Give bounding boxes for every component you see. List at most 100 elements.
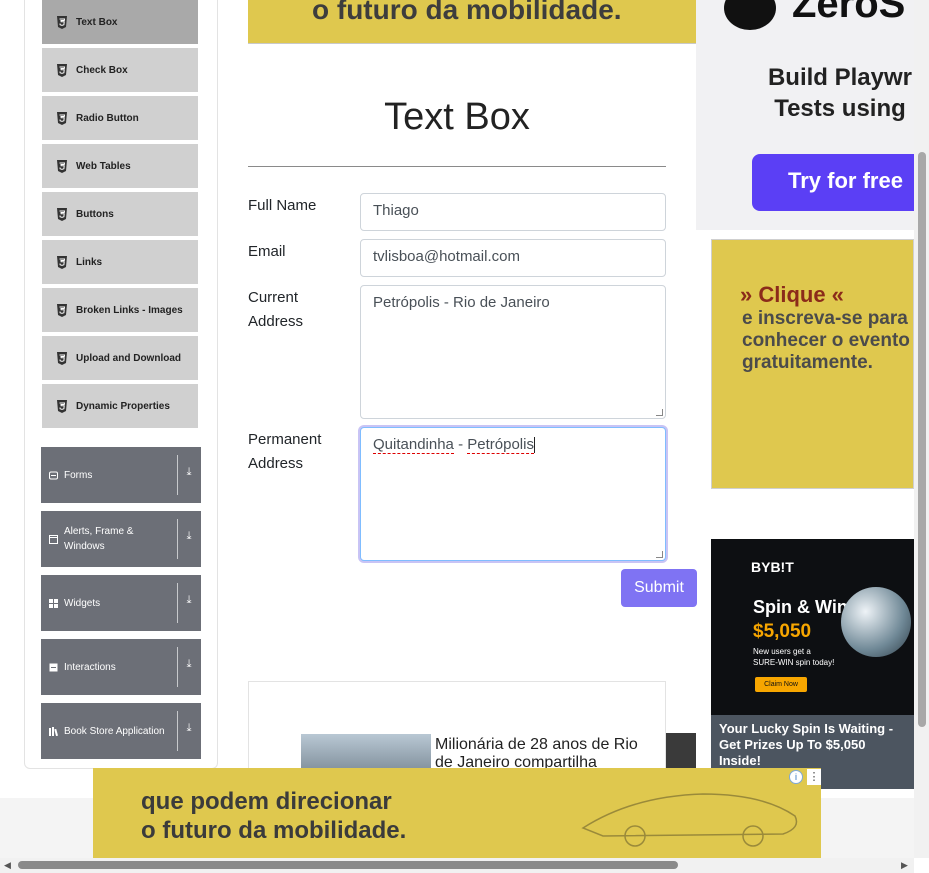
prize-ball-image bbox=[841, 587, 911, 657]
bottom-banner-line1: que podem direcionar bbox=[141, 788, 392, 815]
sidebar-group-book-store-application[interactable]: Book Store Application ⤓ bbox=[41, 703, 201, 759]
sidebar-item-label: Web Tables bbox=[76, 160, 131, 172]
download-arrow-icon[interactable]: ⤓ bbox=[182, 658, 196, 676]
html5-icon bbox=[57, 111, 67, 125]
event-ad-body-line3: gratuitamente. bbox=[742, 352, 873, 373]
current-address-value: Petrópolis - Rio de Janeiro bbox=[373, 294, 550, 311]
zerostep-headline-line1: Build Playwr bbox=[767, 64, 913, 91]
adchoices-icon[interactable]: i bbox=[789, 770, 803, 784]
sidebar-group-label: Widgets bbox=[64, 597, 101, 609]
vertical-scrollbar-thumb[interactable] bbox=[918, 152, 926, 727]
zerostep-logo-icon bbox=[724, 0, 776, 30]
bybit-amount: $5,050 bbox=[753, 621, 812, 642]
sidebar-item-check-box[interactable]: Check Box bbox=[41, 47, 199, 93]
sidebar-item-label: Buttons bbox=[76, 208, 114, 220]
html5-icon bbox=[57, 159, 67, 173]
window-icon bbox=[49, 534, 58, 544]
horizontal-scrollbar-thumb[interactable] bbox=[18, 861, 678, 869]
email-input[interactable]: tvlisboa@hotmail.com bbox=[360, 239, 666, 277]
html5-icon bbox=[57, 15, 67, 29]
sidebar-group-interactions[interactable]: Interactions ⤓ bbox=[41, 639, 201, 695]
divider bbox=[177, 519, 178, 559]
sidebar-group-widgets[interactable]: Widgets ⤓ bbox=[41, 575, 201, 631]
divider bbox=[177, 647, 178, 687]
sidebar-item-label: Check Box bbox=[76, 64, 128, 76]
download-arrow-icon[interactable]: ⤓ bbox=[182, 722, 196, 740]
bottom-banner-text: que podem direcionar o futuro da mobilid… bbox=[141, 787, 406, 845]
sidebar-group-label: Interactions bbox=[64, 661, 116, 673]
sidebar-item-text-box[interactable]: Text Box bbox=[41, 0, 199, 45]
divider bbox=[177, 583, 178, 623]
permanent-address-label: Permanent Address bbox=[248, 428, 321, 476]
current-address-textarea[interactable]: Petrópolis - Rio de Janeiro bbox=[360, 285, 666, 419]
bybit-ad[interactable]: BYB!T Spin & Win $5,050 New users get a … bbox=[711, 539, 914, 789]
try-for-free-button[interactable]: Try for free bbox=[752, 154, 914, 211]
bybit-headline: Spin & Win bbox=[753, 597, 848, 617]
sidebar-item-web-tables[interactable]: Web Tables bbox=[41, 143, 199, 189]
zerostep-headline-line2: Tests using bbox=[774, 95, 906, 122]
divider bbox=[177, 455, 178, 495]
download-arrow-icon[interactable]: ⤓ bbox=[182, 530, 196, 548]
current-address-label-line2: Address bbox=[248, 313, 304, 330]
form-icon bbox=[49, 471, 58, 479]
download-arrow-icon[interactable]: ⤓ bbox=[182, 466, 196, 484]
sidebar-item-label: Text Box bbox=[76, 16, 118, 28]
bybit-logo: BYB!T bbox=[751, 559, 794, 575]
misspelled-word: Quitandinha bbox=[373, 436, 454, 454]
books-icon bbox=[49, 726, 58, 736]
claim-now-button[interactable]: Claim Now bbox=[755, 677, 807, 692]
current-address-label-line1: Current bbox=[248, 289, 299, 306]
sidebar-group-forms[interactable]: Forms ⤓ bbox=[41, 447, 201, 503]
sidebar-item-label: Links bbox=[76, 256, 103, 268]
bybit-subtext-line2: SURE-WIN spin today! bbox=[753, 658, 835, 667]
sidebar-item-upload-and-download[interactable]: Upload and Download bbox=[41, 335, 199, 381]
email-label: Email bbox=[248, 243, 286, 260]
scroll-left-arrow-icon[interactable]: ◀ bbox=[4, 860, 11, 871]
misspelled-word: Petrópolis bbox=[467, 436, 534, 454]
permanent-address-textarea[interactable]: Quitandinha - Petrópolis bbox=[360, 427, 666, 561]
sidebar-group-label: Alerts, Frame & Windows bbox=[64, 526, 134, 552]
submit-button[interactable]: Submit bbox=[621, 569, 697, 607]
bottom-ad-banner[interactable]: que podem direcionar o futuro da mobilid… bbox=[93, 768, 821, 858]
more-options-icon[interactable]: ⋮ bbox=[807, 769, 821, 785]
event-ad[interactable]: » Clique « e inscreva-se para conhecer o… bbox=[711, 239, 914, 489]
top-ad-banner[interactable]: o futuro da mobilidade. bbox=[248, 0, 696, 44]
sidebar-group-label: Book Store Application bbox=[64, 725, 165, 737]
article-ad[interactable]: Milionária de 28 anos de Rio de Janeiro … bbox=[248, 681, 666, 781]
sidebar-item-broken-links-images[interactable]: Broken Links - Images bbox=[41, 287, 199, 333]
sidebar-group-alerts-frame-windows[interactable]: Alerts, Frame & Windows ⤓ bbox=[41, 511, 201, 567]
resize-handle-icon[interactable] bbox=[656, 551, 663, 558]
event-ad-headline: » Clique « bbox=[740, 282, 844, 307]
divider bbox=[248, 166, 666, 167]
event-ad-body: e inscreva-se para conhecer o evento gra… bbox=[742, 308, 910, 374]
current-address-label: Current Address bbox=[248, 286, 303, 334]
sidebar-item-label: Radio Button bbox=[76, 112, 139, 124]
html5-icon bbox=[57, 303, 67, 317]
banner-text: o futuro da mobilidade. bbox=[312, 0, 622, 25]
widgets-icon bbox=[49, 598, 58, 608]
event-ad-body-line2: conhecer o evento bbox=[742, 330, 910, 351]
sidebar-group-label: Forms bbox=[64, 469, 93, 481]
interactions-icon bbox=[49, 663, 58, 671]
full-name-input[interactable]: Thiago bbox=[360, 193, 666, 231]
zerostep-headline: Build Playwr Tests using bbox=[730, 62, 914, 124]
full-name-label: Full Name bbox=[248, 197, 317, 214]
sidebar-item-label: Dynamic Properties bbox=[76, 400, 170, 412]
zerostep-brand: ZeroS bbox=[792, 0, 906, 26]
html5-icon bbox=[57, 351, 67, 365]
ad-image-strip bbox=[666, 733, 696, 773]
download-arrow-icon[interactable]: ⤓ bbox=[182, 594, 196, 612]
page-title: Text Box bbox=[384, 96, 530, 138]
text-cursor bbox=[533, 437, 535, 454]
event-ad-body-line1: e inscreva-se para bbox=[742, 308, 908, 329]
html5-icon bbox=[57, 207, 67, 221]
sidebar-item-radio-button[interactable]: Radio Button bbox=[41, 95, 199, 141]
scroll-right-arrow-icon[interactable]: ▶ bbox=[901, 860, 908, 871]
sidebar-item-dynamic-properties[interactable]: Dynamic Properties bbox=[41, 383, 199, 429]
html5-icon bbox=[57, 255, 67, 269]
sidebar-item-label: Upload and Download bbox=[76, 352, 181, 364]
sidebar-item-links[interactable]: Links bbox=[41, 239, 199, 285]
sidebar-item-buttons[interactable]: Buttons bbox=[41, 191, 199, 237]
zerostep-ad[interactable]: ZeroS Build Playwr Tests using Try for f… bbox=[696, 0, 914, 230]
resize-handle-icon[interactable] bbox=[656, 409, 663, 416]
